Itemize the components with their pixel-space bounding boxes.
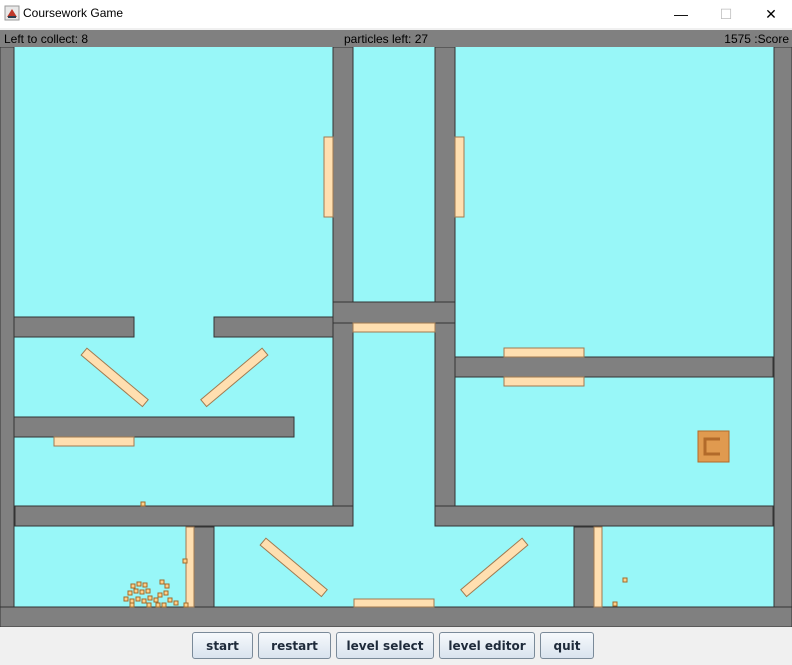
particle [130, 583, 136, 589]
window-titlebar: Coursework Game — ☐ ✕ [0, 0, 792, 28]
particle [161, 602, 167, 608]
level-editor-button[interactable]: level editor [439, 632, 535, 659]
particle [135, 596, 141, 602]
particle [153, 597, 159, 603]
particle [163, 590, 169, 596]
particle [182, 558, 188, 564]
paddle-diag-bottom-b[interactable] [460, 537, 529, 598]
paddle-right-under[interactable] [503, 376, 585, 387]
collection-bucket-icon [697, 430, 730, 463]
particle [129, 598, 135, 604]
wall-post-left [193, 526, 215, 608]
particle [129, 602, 135, 608]
left-to-collect-label: Left to collect: 8 [4, 32, 89, 46]
wall-shelf-right-a [454, 356, 774, 378]
particle [140, 501, 146, 507]
paddle-vertical-right[interactable] [454, 136, 465, 218]
particle [146, 602, 152, 608]
score-label: 1575 :Score [724, 32, 789, 46]
wall-shelf-left-bottom [14, 505, 354, 527]
wall-post-right [573, 526, 595, 608]
wall-left [0, 47, 15, 627]
particle [622, 577, 628, 583]
paddle-diag-left-b[interactable] [200, 347, 269, 408]
wall-center-left [332, 47, 354, 525]
particle [127, 590, 133, 596]
java-app-icon [4, 5, 20, 21]
wall-shelf-left-c [13, 416, 295, 438]
maximize-button[interactable]: ☐ [703, 0, 749, 28]
window-title: Coursework Game [23, 6, 124, 20]
wall-shelf-left-a [13, 316, 135, 338]
status-bar: Left to collect: 8 particles left: 27 15… [0, 30, 792, 47]
paddle-vertical-left[interactable] [323, 136, 334, 218]
particle [173, 600, 179, 606]
wall-center-bridge [332, 301, 456, 324]
wall-shelf-right-bottom [434, 505, 774, 527]
start-button[interactable]: start [192, 632, 253, 659]
particle [159, 579, 165, 585]
game-canvas[interactable] [0, 47, 792, 627]
particle [141, 598, 147, 604]
wall-shelf-left-b [213, 316, 334, 338]
particle [167, 597, 173, 603]
paddle-right-top[interactable] [503, 347, 585, 358]
minimize-button[interactable]: — [658, 0, 704, 28]
paddle-post-right[interactable] [593, 526, 603, 608]
particle [183, 602, 189, 608]
particle [164, 583, 170, 589]
quit-button[interactable]: quit [540, 632, 594, 659]
particle [123, 596, 129, 602]
paddle-post-left[interactable] [185, 526, 195, 608]
particle [147, 595, 153, 601]
particles-left-label: particles left: 27 [344, 32, 429, 46]
particle [145, 588, 151, 594]
particle [136, 581, 142, 587]
particle [612, 601, 618, 607]
wall-center-right [434, 47, 456, 525]
paddle-floor[interactable] [353, 598, 435, 608]
wall-floor [0, 606, 792, 627]
wall-right [773, 47, 792, 627]
close-button[interactable]: ✕ [748, 0, 792, 28]
particle [157, 592, 163, 598]
control-bar: start restart level select level editor … [0, 627, 792, 665]
particle [142, 582, 148, 588]
particle [139, 589, 145, 595]
particle [133, 588, 139, 594]
restart-button[interactable]: restart [258, 632, 331, 659]
paddle-bridge[interactable] [352, 322, 436, 333]
level-select-button[interactable]: level select [336, 632, 434, 659]
particle [155, 602, 161, 608]
paddle-diag-left-a[interactable] [80, 347, 149, 408]
paddle-left-under[interactable] [53, 436, 135, 447]
paddle-diag-bottom-a[interactable] [259, 537, 328, 598]
